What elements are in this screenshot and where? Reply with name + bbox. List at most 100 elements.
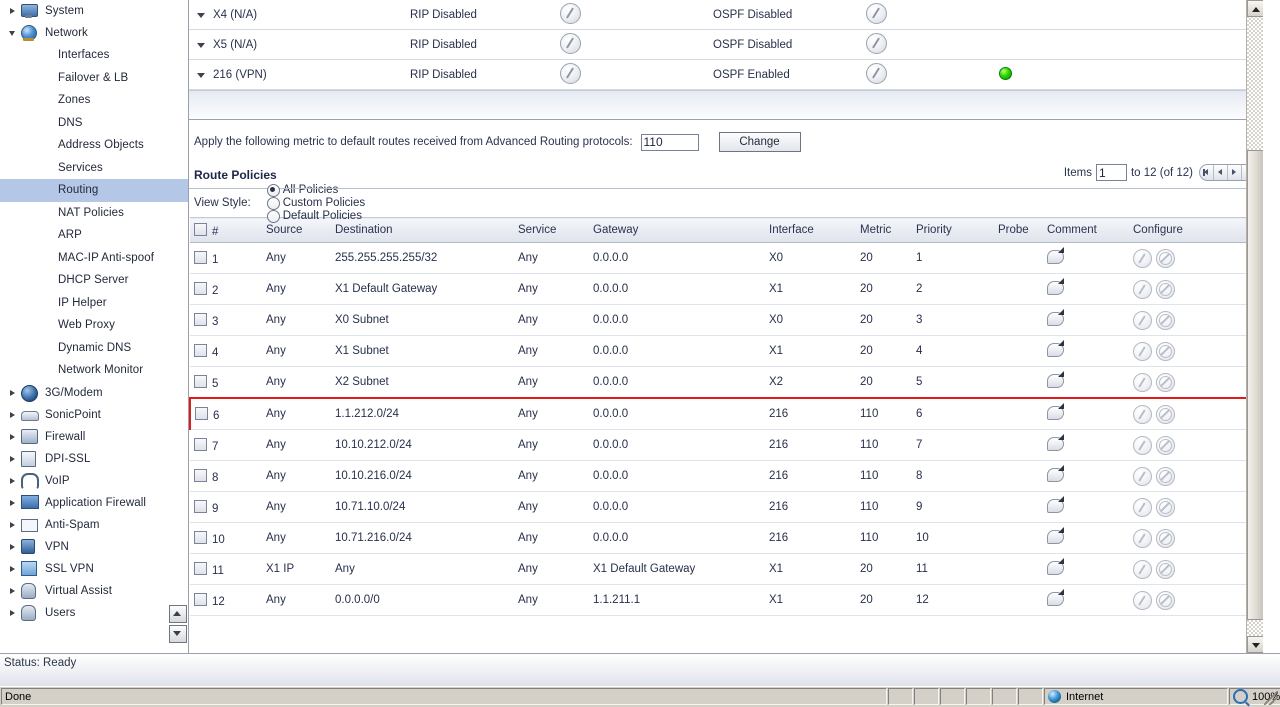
- sidebar-scroll-down-button[interactable]: [169, 625, 187, 643]
- comment-bubble-icon[interactable]: [1047, 370, 1064, 388]
- table-row[interactable]: 9 Any 10.71.10.0/24 Any 0.0.0.0 216 110 9: [190, 491, 1262, 523]
- sidebar-group-application-firewall[interactable]: Application Firewall: [0, 492, 188, 514]
- comment-bubble-icon[interactable]: [1047, 246, 1064, 264]
- sidebar-item-zones[interactable]: Zones: [0, 89, 188, 112]
- chevron-right-icon[interactable]: [8, 6, 18, 16]
- expand-collapse-icon[interactable]: [189, 39, 213, 51]
- radio-button[interactable]: [266, 183, 280, 197]
- comment-bubble-icon[interactable]: [1047, 526, 1064, 544]
- sidebar-item-ip-helper[interactable]: IP Helper: [0, 292, 188, 315]
- edit-pencil-icon[interactable]: [1133, 528, 1152, 548]
- delete-icon[interactable]: [1156, 466, 1175, 486]
- delete-icon[interactable]: [1156, 590, 1175, 610]
- chevron-right-icon[interactable]: [8, 608, 18, 618]
- sidebar-item-nat-policies[interactable]: NAT Policies: [0, 202, 188, 225]
- sidebar-item-web-proxy[interactable]: Web Proxy: [0, 314, 188, 337]
- sidebar-group-vpn[interactable]: VPN: [0, 536, 188, 558]
- chevron-down-icon[interactable]: [8, 28, 18, 38]
- comment-bubble-icon[interactable]: [1047, 495, 1064, 513]
- row-checkbox[interactable]: [194, 530, 207, 544]
- view-style-option-custom-policies[interactable]: Custom Policies: [266, 196, 365, 210]
- chevron-right-icon[interactable]: [8, 520, 18, 530]
- delete-icon[interactable]: [1156, 279, 1175, 299]
- next-page-button[interactable]: [1228, 165, 1242, 180]
- change-metric-button[interactable]: Change: [718, 132, 801, 152]
- sidebar-item-address-objects[interactable]: Address Objects: [0, 134, 188, 157]
- sidebar-item-dynamic-dns[interactable]: Dynamic DNS: [0, 337, 188, 360]
- sidebar-item-mac-ip-anti-spoof[interactable]: MAC-IP Anti-spoof: [0, 247, 188, 270]
- edit-pencil-icon[interactable]: [1133, 404, 1152, 424]
- delete-icon[interactable]: [1156, 528, 1175, 548]
- row-checkbox[interactable]: [194, 468, 207, 482]
- resize-grip[interactable]: [1264, 691, 1278, 705]
- chevron-right-icon[interactable]: [8, 388, 18, 398]
- table-row[interactable]: 12 Any 0.0.0.0/0 Any 1.1.211.1 X1 20 12: [190, 584, 1262, 616]
- edit-pencil-icon[interactable]: [1133, 310, 1152, 330]
- comment-bubble-icon[interactable]: [1047, 339, 1064, 357]
- select-all-checkbox[interactable]: [194, 222, 207, 236]
- comment-bubble-icon[interactable]: [1047, 588, 1064, 606]
- expand-collapse-icon[interactable]: [189, 69, 213, 81]
- expand-collapse-icon[interactable]: [189, 9, 213, 21]
- delete-icon[interactable]: [1156, 248, 1175, 268]
- edit-pencil-icon[interactable]: [1133, 279, 1152, 299]
- previous-page-button[interactable]: [1214, 165, 1228, 180]
- table-row[interactable]: 11 X1 IP Any Any X1 Default Gateway X1 20 11: [190, 553, 1262, 585]
- sidebar-scroll-buttons[interactable]: [169, 605, 187, 645]
- table-row[interactable]: 7 Any 10.10.212.0/24 Any 0.0.0.0 216 110 7: [190, 429, 1262, 461]
- ospf-edit-pencil-icon[interactable]: [866, 32, 887, 54]
- rip-edit-pencil-icon[interactable]: [560, 32, 581, 54]
- comment-bubble-icon[interactable]: [1047, 402, 1064, 420]
- sidebar-group-sonicpoint[interactable]: SonicPoint: [0, 404, 188, 426]
- sidebar-item-interfaces[interactable]: Interfaces: [0, 44, 188, 67]
- sidebar-scroll-up-button[interactable]: [169, 605, 187, 623]
- scroll-down-arrow[interactable]: [1247, 636, 1263, 653]
- comment-bubble-icon[interactable]: [1047, 277, 1064, 295]
- metric-input[interactable]: [640, 133, 699, 151]
- chevron-right-icon[interactable]: [8, 410, 18, 420]
- sidebar-item-dns[interactable]: DNS: [0, 112, 188, 135]
- scrollbar-thumb[interactable]: [1247, 150, 1263, 620]
- edit-pencil-icon[interactable]: [1133, 435, 1152, 455]
- sidebar-item-services[interactable]: Services: [0, 157, 188, 180]
- table-row[interactable]: 8 Any 10.10.216.0/24 Any 0.0.0.0 216 110 8: [190, 460, 1262, 492]
- delete-icon[interactable]: [1156, 372, 1175, 392]
- table-row[interactable]: 1 Any 255.255.255.255/32 Any 0.0.0.0 X0 20 1: [190, 242, 1262, 274]
- sidebar-group-anti-spam[interactable]: Anti-Spam: [0, 514, 188, 536]
- rip-edit-pencil-icon[interactable]: [560, 2, 581, 24]
- delete-icon[interactable]: [1156, 341, 1175, 361]
- rip-edit-pencil-icon[interactable]: [560, 62, 581, 84]
- row-checkbox[interactable]: [194, 374, 207, 388]
- first-page-button[interactable]: [1200, 165, 1214, 180]
- sidebar-group-voip[interactable]: VoIP: [0, 470, 188, 492]
- edit-pencil-icon[interactable]: [1133, 248, 1152, 268]
- delete-icon[interactable]: [1156, 310, 1175, 330]
- edit-pencil-icon[interactable]: [1133, 466, 1152, 486]
- ospf-edit-pencil-icon[interactable]: [866, 62, 887, 84]
- edit-pencil-icon[interactable]: [1133, 559, 1152, 579]
- edit-pencil-icon[interactable]: [1133, 372, 1152, 392]
- sidebar-item-failover-lb[interactable]: Failover & LB: [0, 67, 188, 90]
- table-row[interactable]: 3 Any X0 Subnet Any 0.0.0.0 X0 20 3: [190, 304, 1262, 336]
- main-vertical-scrollbar[interactable]: [1246, 0, 1263, 653]
- sidebar-group-users[interactable]: Users: [0, 602, 188, 624]
- row-checkbox[interactable]: [194, 561, 207, 575]
- sidebar-item-dhcp-server[interactable]: DHCP Server: [0, 269, 188, 292]
- sidebar-group-dpi-ssl[interactable]: DPI-SSL: [0, 448, 188, 470]
- chevron-right-icon[interactable]: [8, 432, 18, 442]
- delete-icon[interactable]: [1156, 435, 1175, 455]
- delete-icon[interactable]: [1156, 404, 1175, 424]
- row-checkbox[interactable]: [195, 406, 208, 420]
- comment-bubble-icon[interactable]: [1047, 308, 1064, 326]
- chevron-right-icon[interactable]: [8, 476, 18, 486]
- view-style-option-default-policies[interactable]: Default Policies: [266, 209, 365, 223]
- sidebar-item-routing[interactable]: Routing: [0, 179, 188, 202]
- edit-pencil-icon[interactable]: [1133, 341, 1152, 361]
- sidebar-item-arp[interactable]: ARP: [0, 224, 188, 247]
- radio-button[interactable]: [266, 196, 280, 210]
- security-zone-indicator[interactable]: Internet: [1044, 688, 1228, 705]
- sidebar-item-network-monitor[interactable]: Network Monitor: [0, 359, 188, 382]
- chevron-right-icon[interactable]: [8, 564, 18, 574]
- table-row[interactable]: 5 Any X2 Subnet Any 0.0.0.0 X2 20 5: [190, 366, 1262, 399]
- table-row[interactable]: 10 Any 10.71.216.0/24 Any 0.0.0.0 216 110 10: [190, 522, 1262, 554]
